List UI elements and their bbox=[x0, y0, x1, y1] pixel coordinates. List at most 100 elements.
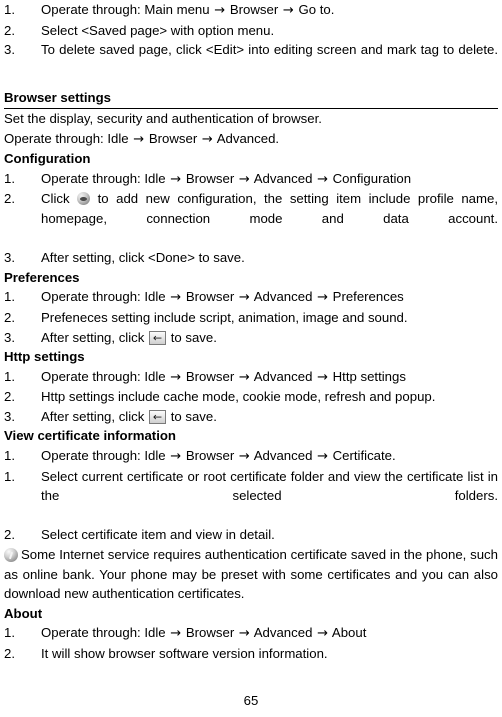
list-item: 1. Operate through: Idle → Browser → Adv… bbox=[4, 623, 498, 644]
step-text-segment: Advanced bbox=[250, 448, 317, 464]
list-text: After setting, click ← to save. bbox=[41, 328, 498, 348]
section-heading-http-settings: Http settings bbox=[4, 349, 85, 365]
step-text-segment: Advanced bbox=[250, 625, 317, 641]
info-note-icon bbox=[4, 548, 18, 563]
arrow-icon: → bbox=[170, 449, 182, 465]
arrow-icon: → bbox=[317, 369, 328, 385]
list-item: 3. To delete saved page, click <Edit> in… bbox=[4, 40, 498, 79]
step-text-segment: Operate through: Idle bbox=[41, 170, 170, 186]
list-text: Select <Saved page> with option menu. bbox=[41, 22, 275, 38]
step-text-segment: Configuration bbox=[328, 170, 412, 186]
section-heading-browser-settings: Browser settings bbox=[4, 88, 498, 109]
step-text-segment: to save. bbox=[170, 408, 217, 424]
back-arrow-glyph: ← bbox=[152, 410, 163, 424]
arrow-icon: → bbox=[170, 626, 182, 642]
list-item: 1. Select current certificate or root ce… bbox=[4, 467, 498, 526]
list-number: 1. bbox=[4, 2, 15, 17]
list-number: 1. bbox=[4, 625, 15, 641]
list-item: 2. Select certificate item and view in d… bbox=[4, 525, 498, 545]
arrow-icon: → bbox=[201, 131, 213, 147]
step-text-segment: Browser bbox=[182, 289, 238, 305]
add-configuration-icon[interactable] bbox=[77, 192, 91, 206]
list-number: 1. bbox=[4, 368, 15, 384]
list-item: 2. Click to add new configuration, the s… bbox=[4, 189, 498, 248]
browser-settings-intro-line-2: Operate through: Idle → Browser → Advanc… bbox=[4, 129, 498, 150]
list-number: 3. bbox=[4, 42, 15, 58]
step-text-segment: to add new configuration, the setting it… bbox=[41, 191, 498, 226]
list-text: Select certificate item and view in deta… bbox=[41, 527, 275, 543]
arrow-icon: → bbox=[170, 369, 182, 385]
list-text: Operate through: Idle → Browser → Advanc… bbox=[41, 623, 498, 644]
list-text: Operate through: Idle → Browser → Advanc… bbox=[41, 446, 498, 467]
list-item: 1. Operate through: Main menu → Browser … bbox=[4, 0, 498, 21]
step-text-segment: Browser bbox=[182, 170, 238, 186]
page-number-footer: 65 bbox=[243, 693, 259, 708]
browser-settings-intro-line-1: Set the display, security and authentica… bbox=[4, 110, 322, 126]
arrow-icon: → bbox=[317, 290, 328, 306]
arrow-icon: → bbox=[317, 626, 328, 642]
step-text-segment: Operate through: Idle bbox=[41, 448, 170, 464]
arrow-icon: → bbox=[214, 3, 226, 18]
step-text-segment: Operate through: Idle bbox=[41, 289, 170, 305]
arrow-icon: → bbox=[317, 449, 328, 465]
section-heading-view-certificate-information: View certificate information bbox=[4, 428, 176, 444]
step-text-segment: Browser bbox=[182, 448, 238, 464]
list-item: 1. Operate through: Idle → Browser → Adv… bbox=[4, 367, 498, 388]
list-number: 1. bbox=[4, 468, 15, 484]
back-key-icon[interactable]: ← bbox=[149, 330, 167, 345]
section-heading-about: About bbox=[4, 605, 43, 621]
list-text: Operate through: Idle → Browser → Advanc… bbox=[41, 169, 498, 190]
arrow-icon: → bbox=[238, 369, 250, 385]
list-text: Prefeneces setting include script, anima… bbox=[41, 309, 408, 325]
list-number: 3. bbox=[4, 408, 15, 424]
step-text-segment: Advanced bbox=[250, 170, 317, 186]
arrow-icon: → bbox=[170, 290, 182, 306]
step-text-segment: Http settings bbox=[328, 368, 406, 384]
step-text-segment: Certificate. bbox=[328, 448, 396, 464]
arrow-icon: → bbox=[133, 131, 145, 147]
back-key-icon[interactable]: ← bbox=[149, 409, 167, 424]
step-text-segment: Advanced. bbox=[213, 130, 280, 146]
step-text-segment: Browser bbox=[182, 625, 238, 641]
arrow-icon: → bbox=[170, 171, 182, 187]
list-text: It will show browser software version in… bbox=[41, 646, 328, 661]
section-heading-configuration: Configuration bbox=[4, 151, 91, 167]
step-text-segment: to save. bbox=[170, 329, 217, 345]
step-text-segment: Operate through: Idle bbox=[4, 130, 133, 146]
list-number: 3. bbox=[4, 250, 15, 266]
list-item: 2. Select <Saved page> with option menu. bbox=[4, 21, 498, 41]
step-text-segment: After setting, click bbox=[41, 329, 145, 345]
arrow-icon: → bbox=[238, 449, 250, 465]
step-text-segment: Browser bbox=[226, 2, 282, 17]
arrow-icon: → bbox=[238, 290, 250, 306]
certificate-note: Some Internet service requires authentic… bbox=[4, 545, 498, 604]
list-number: 1. bbox=[4, 170, 15, 186]
step-text-segment: Go to. bbox=[294, 2, 335, 17]
list-number: 3. bbox=[4, 329, 15, 345]
list-text: Click to add new configuration, the sett… bbox=[41, 189, 498, 248]
list-text: Http settings include cache mode, cookie… bbox=[41, 389, 436, 405]
list-number: 2. bbox=[4, 309, 15, 325]
list-text: To delete saved page, click <Edit> into … bbox=[41, 42, 498, 58]
list-item: 1. Operate through: Idle → Browser → Adv… bbox=[4, 446, 498, 467]
arrow-icon: → bbox=[238, 171, 250, 187]
list-number: 1. bbox=[4, 289, 15, 305]
list-item: 2. It will show browser software version… bbox=[4, 644, 498, 664]
list-text: Operate through: Idle → Browser → Advanc… bbox=[41, 287, 498, 308]
list-number: 2. bbox=[4, 646, 15, 661]
list-item: 2. Prefeneces setting include script, an… bbox=[4, 308, 498, 328]
list-item: 2. Http settings include cache mode, coo… bbox=[4, 387, 498, 407]
arrow-icon: → bbox=[238, 626, 250, 642]
list-text: After setting, click <Done> to save. bbox=[41, 250, 245, 266]
step-text-segment: Browser bbox=[182, 368, 238, 384]
list-item: 1. Operate through: Idle → Browser → Adv… bbox=[4, 287, 498, 308]
step-text-segment: Advanced bbox=[250, 289, 317, 305]
list-number: 2. bbox=[4, 389, 15, 405]
list-number: 2. bbox=[4, 191, 15, 207]
certificate-note-text: Some Internet service requires authentic… bbox=[4, 547, 498, 602]
section-heading-preferences: Preferences bbox=[4, 269, 80, 285]
step-text-segment: Advanced bbox=[250, 368, 317, 384]
list-item: 3. After setting, click ← to save. bbox=[4, 328, 498, 348]
list-item: 1. Operate through: Idle → Browser → Adv… bbox=[4, 169, 498, 190]
step-text-segment: Browser bbox=[145, 130, 201, 146]
